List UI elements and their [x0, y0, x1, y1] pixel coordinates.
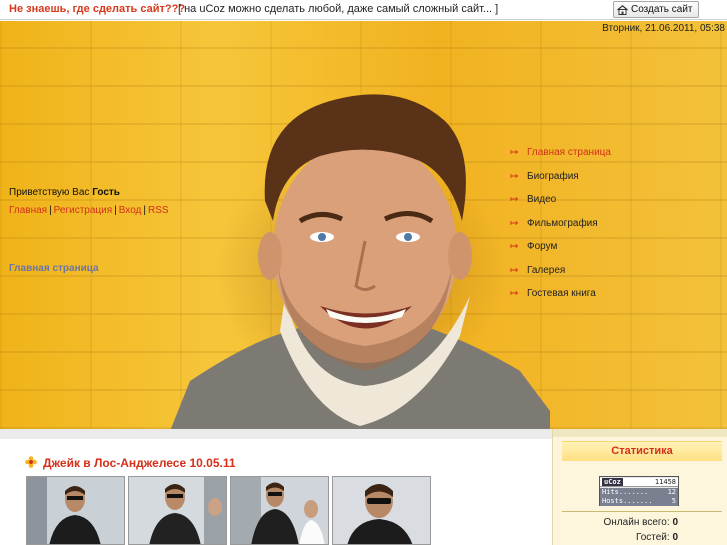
- link-register[interactable]: Регистрация: [54, 205, 112, 216]
- link-separator: |: [114, 205, 117, 216]
- menu-item-video[interactable]: ↦ Видео: [510, 194, 710, 218]
- menu-item-label: Фильмография: [527, 217, 598, 229]
- welcome-username: Гость: [92, 187, 120, 198]
- news-entry-title[interactable]: Джейк в Лос-Анджелесе 10.05.11: [25, 456, 236, 470]
- flower-icon: [25, 456, 37, 468]
- online-total-value: 0: [672, 517, 678, 528]
- online-total-label: Онлайн всего:: [603, 517, 670, 528]
- link-separator: |: [143, 205, 146, 216]
- sidebar-divider: [562, 511, 722, 512]
- counter-total-row: uCoz 11458: [600, 478, 678, 487]
- guests-online: Гостей: 0: [553, 532, 727, 543]
- online-total: Онлайн всего: 0: [553, 517, 727, 528]
- counter-hits-value: 12: [667, 488, 676, 496]
- menu-item-home[interactable]: ↦ Главная страница: [510, 147, 710, 171]
- thumbnail-photo: [129, 477, 226, 544]
- double-arrow-icon: ↦: [510, 264, 519, 276]
- menu-item-biography[interactable]: ↦ Биография: [510, 171, 710, 195]
- menu-item-filmography[interactable]: ↦ Фильмография: [510, 218, 710, 242]
- thumbnail-photo: [27, 477, 124, 544]
- menu-item-label: Форум: [527, 241, 558, 252]
- counter-hosts-label: Hosts.......: [602, 497, 653, 505]
- news-thumbnail[interactable]: [26, 476, 125, 545]
- double-arrow-icon: ↦: [510, 288, 519, 299]
- news-thumbnail[interactable]: [128, 476, 227, 545]
- create-site-label: Создать сайт: [631, 4, 693, 15]
- counter-hits-row: Hits....... 12: [600, 488, 678, 497]
- ucoz-counter[interactable]: uCoz 11458 Hits....... 12 Hosts....... 5: [599, 476, 679, 506]
- user-links: Главная | Регистрация | Вход | RSS: [9, 205, 169, 216]
- link-rss[interactable]: RSS: [148, 205, 169, 216]
- counter-total: 11458: [654, 478, 676, 486]
- promo-text-link[interactable]: [ на uCoz можно сделать любой, даже самы…: [178, 3, 498, 15]
- thumbnail-photo: [231, 477, 328, 544]
- header-portrait-photo: [170, 94, 550, 429]
- guests-value: 0: [672, 532, 678, 543]
- news-thumbnail[interactable]: [332, 476, 431, 545]
- menu-item-label: Видео: [527, 194, 557, 205]
- link-home[interactable]: Главная: [9, 205, 47, 216]
- double-arrow-icon: ↦: [510, 147, 519, 158]
- current-date: Вторник, 21.06.2011, 05:38: [602, 23, 725, 34]
- counter-hits-label: Hits.......: [602, 488, 649, 496]
- double-arrow-icon: ↦: [510, 217, 519, 229]
- double-arrow-icon: ↦: [510, 194, 519, 205]
- menu-item-label: Биография: [527, 170, 579, 182]
- double-arrow-icon: ↦: [510, 241, 519, 252]
- counter-hosts-value: 5: [671, 497, 676, 505]
- welcome-prefix: Приветствую Вас: [9, 187, 90, 198]
- double-arrow-icon: ↦: [510, 170, 519, 182]
- news-title-text: Джейк в Лос-Анджелесе 10.05.11: [43, 456, 236, 470]
- menu-item-gallery[interactable]: ↦ Галерея: [510, 265, 710, 289]
- link-separator: |: [49, 205, 52, 216]
- main-content: Джейк в Лос-Анджелесе 10.05.11: [0, 429, 552, 545]
- site-menu: ↦ Главная страница ↦ Биография ↦ Видео ↦…: [510, 147, 710, 312]
- create-site-button[interactable]: Создать сайт: [613, 1, 699, 18]
- page-title: Главная страница: [9, 263, 99, 274]
- thumbnail-photo: [333, 477, 430, 544]
- menu-item-forum[interactable]: ↦ Форум: [510, 241, 710, 265]
- counter-brand: uCoz: [602, 478, 623, 486]
- menu-item-label: Галерея: [527, 264, 566, 276]
- header-banner: Вторник, 21.06.2011, 05:38 Приветствую В…: [0, 21, 727, 429]
- promo-question-link[interactable]: Не знаешь, где сделать сайт???: [9, 3, 185, 15]
- menu-item-label: Гостевая книга: [527, 288, 596, 299]
- counter-hosts-row: Hosts....... 5: [600, 497, 678, 506]
- link-login[interactable]: Вход: [119, 205, 142, 216]
- welcome-text: Приветствую Вас Гость: [9, 187, 120, 198]
- content-top-band: [0, 429, 552, 439]
- house-icon: [617, 5, 628, 15]
- guests-label: Гостей:: [635, 532, 670, 543]
- statistics-heading: Статистика: [562, 441, 722, 461]
- sidebar-top-band: [553, 429, 727, 437]
- menu-item-guestbook[interactable]: ↦ Гостевая книга: [510, 288, 710, 312]
- ucoz-top-bar: Не знаешь, где сделать сайт??? [ на uCoz…: [0, 0, 727, 20]
- menu-item-label: Главная страница: [527, 147, 611, 158]
- news-thumbnail[interactable]: [230, 476, 329, 545]
